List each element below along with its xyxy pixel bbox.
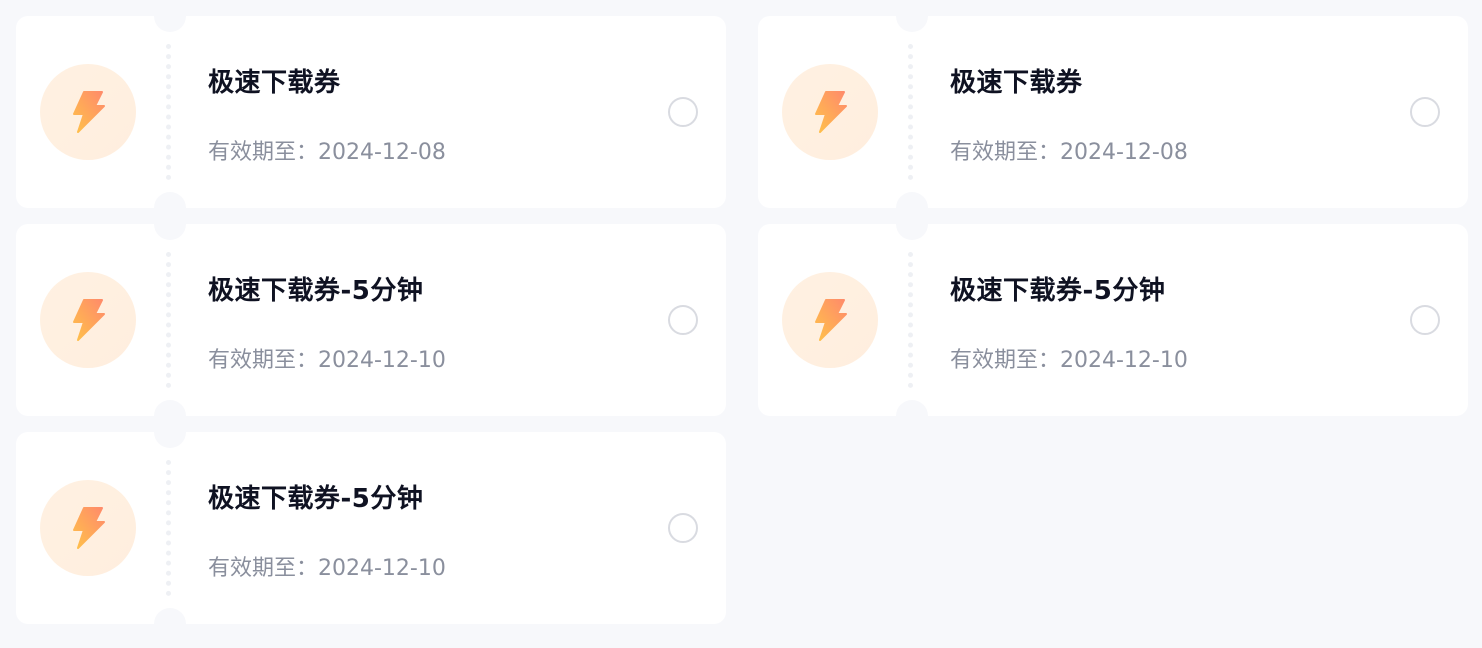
select-radio[interactable] — [668, 97, 698, 127]
coupon-expiry: 有效期至：2024-12-10 — [950, 348, 1188, 373]
lightning-bolt-icon — [73, 507, 105, 549]
ticket-divider — [166, 44, 171, 180]
select-radio[interactable] — [1410, 97, 1440, 127]
lightning-bolt-icon — [815, 91, 847, 133]
select-radio[interactable] — [1410, 305, 1440, 335]
coupon-list: 极速下载券 有效期至：2024-12-08 极速下载券 有效期至：2024-12… — [16, 0, 1468, 640]
coupon-icon-badge — [782, 64, 878, 160]
coupon-title: 极速下载券-5分钟 — [208, 276, 424, 306]
ticket-notch-top — [154, 416, 186, 448]
coupon-title: 极速下载券 — [208, 68, 341, 98]
coupon-card[interactable]: 极速下载券-5分钟 有效期至：2024-12-10 — [16, 208, 726, 432]
coupon-icon-badge — [40, 480, 136, 576]
coupon-icon-badge — [782, 272, 878, 368]
lightning-bolt-icon — [73, 91, 105, 133]
coupon-expiry: 有效期至：2024-12-08 — [208, 140, 446, 165]
ticket-notch-top — [154, 208, 186, 240]
select-radio[interactable] — [668, 305, 698, 335]
ticket-divider — [908, 44, 913, 180]
ticket-notch-bottom — [154, 608, 186, 640]
ticket-notch-bottom — [896, 400, 928, 432]
coupon-card[interactable]: 极速下载券-5分钟 有效期至：2024-12-10 — [16, 416, 726, 640]
coupon-title: 极速下载券 — [950, 68, 1083, 98]
ticket-divider — [166, 460, 171, 596]
select-radio[interactable] — [668, 513, 698, 543]
ticket-notch-top — [896, 0, 928, 32]
lightning-bolt-icon — [73, 299, 105, 341]
ticket-divider — [908, 252, 913, 388]
coupon-title: 极速下载券-5分钟 — [208, 484, 424, 514]
coupon-card[interactable]: 极速下载券-5分钟 有效期至：2024-12-10 — [758, 208, 1468, 432]
coupon-icon-badge — [40, 64, 136, 160]
ticket-notch-top — [896, 208, 928, 240]
ticket-notch-top — [154, 0, 186, 32]
ticket-divider — [166, 252, 171, 388]
coupon-icon-badge — [40, 272, 136, 368]
coupon-expiry: 有效期至：2024-12-10 — [208, 348, 446, 373]
coupon-expiry: 有效期至：2024-12-10 — [208, 556, 446, 581]
coupon-title: 极速下载券-5分钟 — [950, 276, 1166, 306]
coupon-card[interactable]: 极速下载券 有效期至：2024-12-08 — [16, 0, 726, 224]
lightning-bolt-icon — [815, 299, 847, 341]
coupon-expiry: 有效期至：2024-12-08 — [950, 140, 1188, 165]
coupon-card[interactable]: 极速下载券 有效期至：2024-12-08 — [758, 0, 1468, 224]
